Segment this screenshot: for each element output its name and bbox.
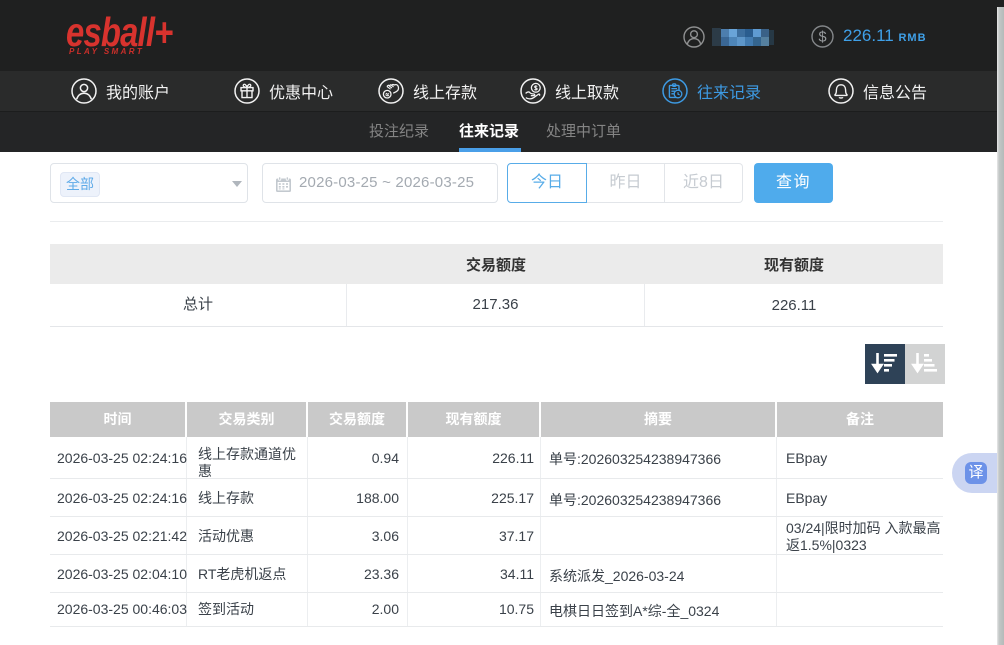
svg-text:$: $ bbox=[818, 30, 826, 46]
